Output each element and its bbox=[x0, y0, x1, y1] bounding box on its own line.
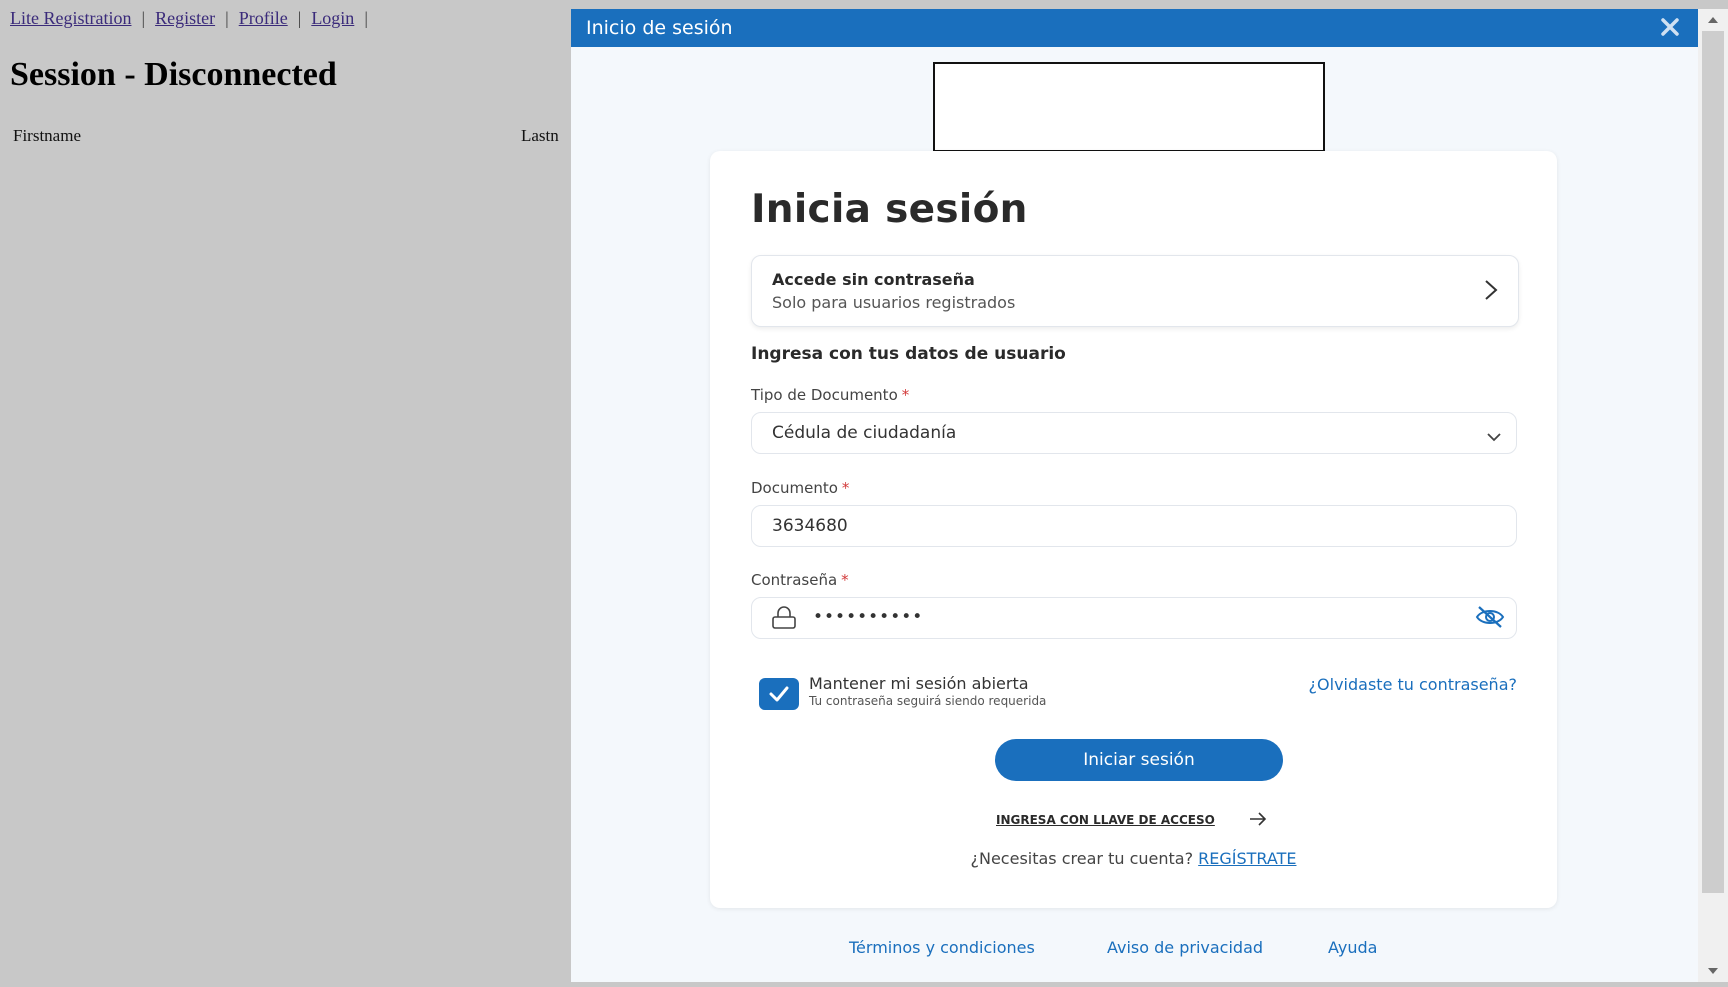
document-label-text: Documento bbox=[751, 479, 838, 497]
column-header-lastname: Lastn bbox=[521, 126, 559, 145]
lock-icon bbox=[770, 606, 798, 634]
privacy-link[interactable]: Aviso de privacidad bbox=[1107, 938, 1263, 957]
scrollbar-thumb[interactable] bbox=[1702, 31, 1724, 893]
doc-type-label-text: Tipo de Documento bbox=[751, 386, 898, 404]
chevron-right-icon bbox=[1484, 279, 1498, 305]
required-mark: * bbox=[841, 479, 850, 497]
keep-session-label: Mantener mi sesión abierta bbox=[809, 674, 1029, 693]
modal-title: Inicio de sesión bbox=[586, 17, 733, 39]
document-value: 3634680 bbox=[772, 516, 848, 536]
register-link[interactable]: REGÍSTRATE bbox=[1198, 849, 1296, 868]
document-label: Documento * bbox=[751, 479, 849, 497]
nav-separator: | bbox=[141, 8, 146, 28]
password-input[interactable]: •••••••••• bbox=[751, 597, 1517, 639]
doc-type-value: Cédula de ciudadanía bbox=[772, 423, 957, 443]
create-account-prompt: ¿Necesitas crear tu cuenta? bbox=[970, 849, 1194, 868]
nav-link-register[interactable]: Register bbox=[155, 8, 215, 28]
keep-session-checkbox[interactable] bbox=[759, 678, 799, 710]
forgot-password-link[interactable]: ¿Olvidaste tu contraseña? bbox=[1309, 675, 1517, 694]
create-account-row: ¿Necesitas crear tu cuenta? REGÍSTRATE bbox=[710, 849, 1557, 868]
chevron-down-icon bbox=[1486, 427, 1502, 446]
nav-link-profile[interactable]: Profile bbox=[239, 8, 288, 28]
scroll-up-arrow-icon[interactable] bbox=[1698, 9, 1728, 31]
passwordless-title: Accede sin contraseña bbox=[772, 270, 975, 289]
password-value: •••••••••• bbox=[813, 607, 924, 627]
nav-link-login[interactable]: Login bbox=[311, 8, 354, 28]
login-modal: Inicio de sesión Inicia sesión Accede si… bbox=[571, 9, 1698, 982]
passkey-login-link[interactable]: INGRESA CON LLAVE DE ACCESO bbox=[996, 813, 1215, 827]
scroll-down-arrow-icon[interactable] bbox=[1698, 960, 1728, 982]
vertical-scrollbar[interactable] bbox=[1698, 9, 1728, 982]
nav-separator: | bbox=[297, 8, 302, 28]
document-input[interactable]: 3634680 bbox=[751, 505, 1517, 547]
login-button[interactable]: Iniciar sesión bbox=[995, 739, 1283, 781]
login-card: Inicia sesión Accede sin contraseña Solo… bbox=[710, 151, 1557, 908]
eye-off-icon[interactable] bbox=[1474, 604, 1506, 634]
password-label: Contraseña * bbox=[751, 571, 849, 589]
required-mark: * bbox=[901, 386, 910, 404]
arrow-right-icon bbox=[1248, 811, 1268, 831]
modal-titlebar: Inicio de sesión bbox=[571, 9, 1698, 47]
passwordless-login-button[interactable]: Accede sin contraseña Solo para usuarios… bbox=[751, 255, 1519, 327]
terms-link[interactable]: Términos y condiciones bbox=[849, 938, 1035, 957]
help-link[interactable]: Ayuda bbox=[1328, 938, 1377, 957]
doc-type-select[interactable]: Cédula de ciudadanía bbox=[751, 412, 1517, 454]
top-nav: Lite Registration | Register | Profile | Login… bbox=[10, 8, 378, 29]
nav-link-lite-registration[interactable]: Lite Registration bbox=[10, 8, 131, 28]
close-icon[interactable] bbox=[1656, 13, 1684, 41]
nav-separator: | bbox=[225, 8, 229, 28]
card-title: Inicia sesión bbox=[751, 187, 1028, 232]
doc-type-label: Tipo de Documento * bbox=[751, 386, 909, 404]
check-icon bbox=[769, 686, 789, 702]
logo-placeholder bbox=[933, 62, 1325, 152]
section-title: Ingresa con tus datos de usuario bbox=[751, 344, 1066, 364]
passwordless-subtitle: Solo para usuarios registrados bbox=[772, 293, 1016, 312]
nav-separator: | bbox=[364, 8, 368, 28]
column-header-firstname: Firstname bbox=[13, 126, 81, 145]
page-heading: Session - Disconnected bbox=[10, 56, 337, 93]
required-mark: * bbox=[841, 571, 849, 589]
keep-session-sublabel: Tu contraseña seguirá siendo requerida bbox=[809, 694, 1047, 708]
password-label-text: Contraseña bbox=[751, 571, 838, 589]
